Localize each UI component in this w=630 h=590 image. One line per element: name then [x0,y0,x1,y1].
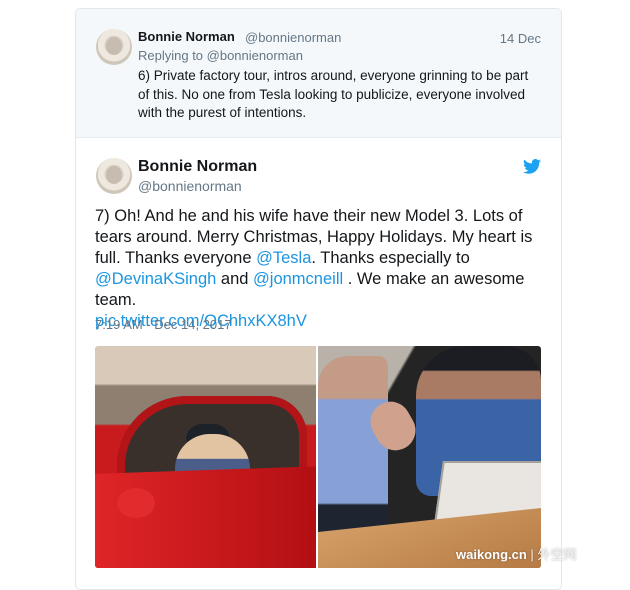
mention-jonmcneill-link[interactable]: @jonmcneill [253,270,343,288]
tweet-text-segment: . Thanks especially to [311,249,470,267]
reply-text: 6) Private factory tour, intros around, … [138,68,529,120]
tweet-text: 7) Oh! And he and his wife have their ne… [95,206,545,332]
watermark-name: 外空网 [537,547,577,562]
side-mirror [117,488,155,518]
site-watermark: waikong.cn | 外空网 [456,544,576,563]
tweet-author-name[interactable]: Bonnie Norman [138,158,257,176]
tweet-author-handle[interactable]: @bonnienorman [138,178,242,194]
reply-date[interactable]: 14 Dec [500,31,541,46]
reply-author-handle[interactable]: @bonnienorman [245,30,341,45]
tweet-text-segment: and [216,270,254,288]
mention-devina-link[interactable]: @DevinaKSingh [95,270,216,288]
twitter-bird-icon[interactable] [523,159,541,174]
replying-to-label[interactable]: Replying to @bonnienorman [138,48,303,63]
tweet-media[interactable] [95,346,541,568]
watermark-site: waikong.cn [456,547,527,562]
tweet-timestamp[interactable]: 7:19 AM - Dec 14, 2017 [95,317,232,332]
car-photo[interactable] [95,346,316,568]
tweet-card: Bonnie Norman @bonnienorman 14 Dec Reply… [75,8,562,590]
mention-tesla-link[interactable]: @Tesla [256,249,311,267]
avatar[interactable] [96,158,132,194]
avatar[interactable] [96,29,132,65]
people-photo[interactable] [318,346,541,568]
parent-tweet[interactable]: Bonnie Norman @bonnienorman 14 Dec Reply… [76,9,561,138]
reply-author-name[interactable]: Bonnie Norman [138,29,235,44]
watermark-separator: | [530,547,534,562]
